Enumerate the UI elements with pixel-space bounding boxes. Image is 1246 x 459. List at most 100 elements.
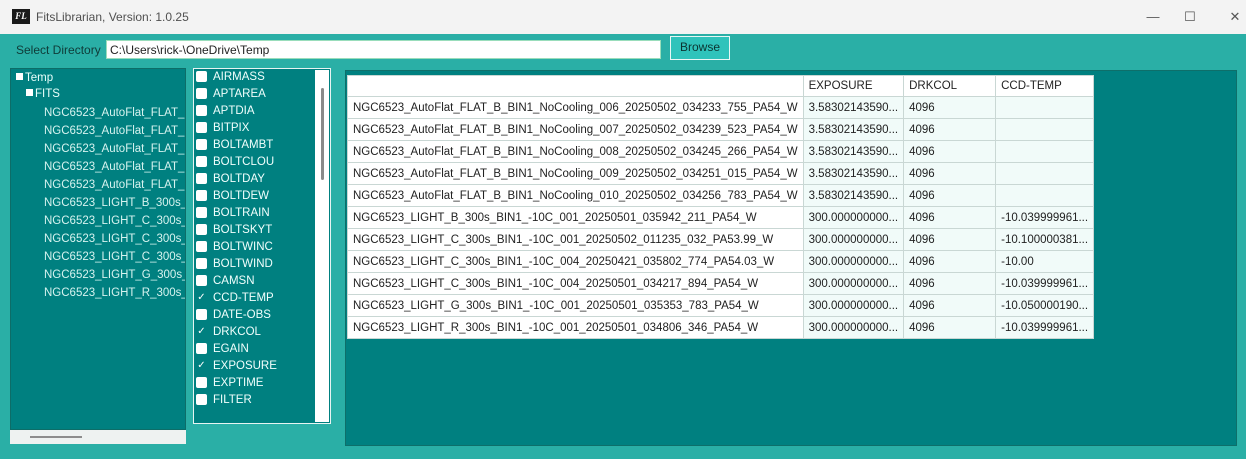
checkbox[interactable] [196, 258, 207, 269]
exposure-cell[interactable]: 300.000000000... [802, 272, 905, 295]
keyword-vertical-scrollbar[interactable] [315, 70, 329, 422]
keyword-item-camsn[interactable]: CAMSN [196, 273, 318, 290]
drkcol-cell[interactable]: 4096 [903, 294, 997, 317]
keyword-item-bitpix[interactable]: BITPIX [196, 120, 318, 137]
tree-file-item[interactable]: NGC6523_LIGHT_G_300s_BII [44, 269, 185, 281]
table-row[interactable]: NGC6523_LIGHT_C_300s_BIN1_-10C_004_20250… [347, 250, 1095, 273]
keyword-item-filter[interactable]: FILTER [196, 392, 318, 409]
drkcol-cell[interactable]: 4096 [903, 162, 997, 185]
checkmark-icon[interactable]: ✓ [196, 326, 207, 337]
tree-file-item[interactable]: NGC6523_LIGHT_C_300s_BII [44, 215, 185, 227]
drkcol-cell[interactable]: 4096 [903, 316, 997, 339]
checkbox[interactable] [196, 343, 207, 354]
tree-node-folder[interactable]: FITS [26, 88, 60, 100]
exposure-cell[interactable]: 3.58302143590... [802, 118, 905, 141]
drkcol-cell[interactable]: 4096 [903, 206, 997, 229]
keyword-item-ccd-temp[interactable]: ✓ CCD-TEMP [196, 290, 318, 307]
exposure-cell[interactable]: 3.58302143590... [802, 96, 905, 119]
close-button[interactable]: ✕ [1212, 0, 1246, 34]
filename-cell[interactable]: NGC6523_AutoFlat_FLAT_B_BIN1_NoCooling_0… [347, 184, 804, 207]
table-row[interactable]: NGC6523_AutoFlat_FLAT_B_BIN1_NoCooling_0… [347, 118, 1095, 141]
collapse-icon[interactable] [16, 73, 23, 80]
filename-cell[interactable]: NGC6523_AutoFlat_FLAT_B_BIN1_NoCooling_0… [347, 118, 804, 141]
filename-cell[interactable]: NGC6523_AutoFlat_FLAT_B_BIN1_NoCooling_0… [347, 162, 804, 185]
exposure-cell[interactable]: 300.000000000... [802, 206, 905, 229]
checkbox[interactable] [196, 207, 207, 218]
ccd-temp-cell[interactable]: -10.039999961... [995, 316, 1095, 339]
tree-file-item[interactable]: NGC6523_AutoFlat_FLAT_B_ [44, 161, 185, 173]
tree-node-root[interactable]: Temp [16, 72, 53, 84]
column-header-ccd-temp[interactable]: CCD-TEMP [995, 75, 1095, 97]
exposure-cell[interactable]: 300.000000000... [802, 250, 905, 273]
keyword-item-boltday[interactable]: BOLTDAY [196, 171, 318, 188]
exposure-cell[interactable]: 3.58302143590... [802, 184, 905, 207]
table-row[interactable]: NGC6523_AutoFlat_FLAT_B_BIN1_NoCooling_0… [347, 96, 1095, 119]
filename-cell[interactable]: NGC6523_LIGHT_C_300s_BIN1_-10C_004_20250… [347, 272, 804, 295]
browse-button[interactable]: Browse [670, 36, 730, 60]
tree-file-item[interactable]: NGC6523_LIGHT_B_300s_BII [44, 197, 185, 209]
ccd-temp-cell[interactable]: -10.039999961... [995, 206, 1095, 229]
checkbox[interactable] [196, 377, 207, 388]
ccd-temp-cell[interactable] [995, 96, 1095, 119]
ccd-temp-cell[interactable]: -10.100000381... [995, 228, 1095, 251]
ccd-temp-cell[interactable] [995, 118, 1095, 141]
table-row[interactable]: NGC6523_LIGHT_G_300s_BIN1_-10C_001_20250… [347, 294, 1095, 317]
keyword-item-exptime[interactable]: EXPTIME [196, 375, 318, 392]
drkcol-cell[interactable]: 4096 [903, 96, 997, 119]
keyword-item-boltwind[interactable]: BOLTWIND [196, 256, 318, 273]
column-header-drkcol[interactable]: DRKCOL [903, 75, 997, 97]
tree-file-item[interactable]: NGC6523_LIGHT_C_300s_BII [44, 233, 185, 245]
drkcol-cell[interactable]: 4096 [903, 118, 997, 141]
table-row[interactable]: NGC6523_LIGHT_C_300s_BIN1_-10C_004_20250… [347, 272, 1095, 295]
filename-cell[interactable]: NGC6523_LIGHT_R_300s_BIN1_-10C_001_20250… [347, 316, 804, 339]
keyword-item-exposure[interactable]: ✓ EXPOSURE [196, 358, 318, 375]
scrollbar-thumb[interactable] [321, 88, 324, 180]
tree-file-item[interactable]: NGC6523_LIGHT_R_300s_BII [44, 287, 185, 299]
table-row[interactable]: NGC6523_AutoFlat_FLAT_B_BIN1_NoCooling_0… [347, 140, 1095, 163]
ccd-temp-cell[interactable]: -10.050000190... [995, 294, 1095, 317]
keyword-item-airmass[interactable]: AIRMASS [196, 69, 318, 86]
keyword-item-aptarea[interactable]: APTAREA [196, 86, 318, 103]
checkmark-icon[interactable]: ✓ [196, 360, 207, 371]
tree-file-item[interactable]: NGC6523_AutoFlat_FLAT_B_ [44, 143, 185, 155]
filename-cell[interactable]: NGC6523_AutoFlat_FLAT_B_BIN1_NoCooling_0… [347, 140, 804, 163]
filename-cell[interactable]: NGC6523_LIGHT_B_300s_BIN1_-10C_001_20250… [347, 206, 804, 229]
ccd-temp-cell[interactable] [995, 162, 1095, 185]
tree-file-item[interactable]: NGC6523_LIGHT_C_300s_BII [44, 251, 185, 263]
keyword-item-boltwinc[interactable]: BOLTWINC [196, 239, 318, 256]
table-row[interactable]: NGC6523_AutoFlat_FLAT_B_BIN1_NoCooling_0… [347, 162, 1095, 185]
keyword-item-boltclou[interactable]: BOLTCLOU [196, 154, 318, 171]
checkmark-icon[interactable]: ✓ [196, 292, 207, 303]
checkbox[interactable] [196, 122, 207, 133]
drkcol-cell[interactable]: 4096 [903, 184, 997, 207]
checkbox[interactable] [196, 156, 207, 167]
tree-horizontal-scrollbar[interactable] [10, 430, 186, 444]
checkbox[interactable] [196, 173, 207, 184]
checkbox[interactable] [196, 105, 207, 116]
checkbox[interactable] [196, 309, 207, 320]
checkbox[interactable] [196, 139, 207, 150]
keyword-item-date-obs[interactable]: DATE-OBS [196, 307, 318, 324]
keyword-item-boltskyt[interactable]: BOLTSKYT [196, 222, 318, 239]
directory-path-input[interactable] [106, 40, 661, 59]
table-row[interactable]: NGC6523_LIGHT_C_300s_BIN1_-10C_001_20250… [347, 228, 1095, 251]
checkbox[interactable] [196, 71, 207, 82]
table-row[interactable]: NGC6523_LIGHT_B_300s_BIN1_-10C_001_20250… [347, 206, 1095, 229]
column-header-filename[interactable] [347, 75, 804, 97]
drkcol-cell[interactable]: 4096 [903, 140, 997, 163]
drkcol-cell[interactable]: 4096 [903, 272, 997, 295]
tree-file-item[interactable]: NGC6523_AutoFlat_FLAT_B_ [44, 125, 185, 137]
checkbox[interactable] [196, 190, 207, 201]
checkbox[interactable] [196, 241, 207, 252]
drkcol-cell[interactable]: 4096 [903, 250, 997, 273]
keyword-item-boltrain[interactable]: BOLTRAIN [196, 205, 318, 222]
exposure-cell[interactable]: 3.58302143590... [802, 162, 905, 185]
filename-cell[interactable]: NGC6523_LIGHT_G_300s_BIN1_-10C_001_20250… [347, 294, 804, 317]
keyword-item-aptdia[interactable]: APTDIA [196, 103, 318, 120]
exposure-cell[interactable]: 300.000000000... [802, 316, 905, 339]
filename-cell[interactable]: NGC6523_AutoFlat_FLAT_B_BIN1_NoCooling_0… [347, 96, 804, 119]
ccd-temp-cell[interactable] [995, 184, 1095, 207]
keyword-item-boltambt[interactable]: BOLTAMBT [196, 137, 318, 154]
keyword-item-boltdew[interactable]: BOLTDEW [196, 188, 318, 205]
checkbox[interactable] [196, 275, 207, 286]
